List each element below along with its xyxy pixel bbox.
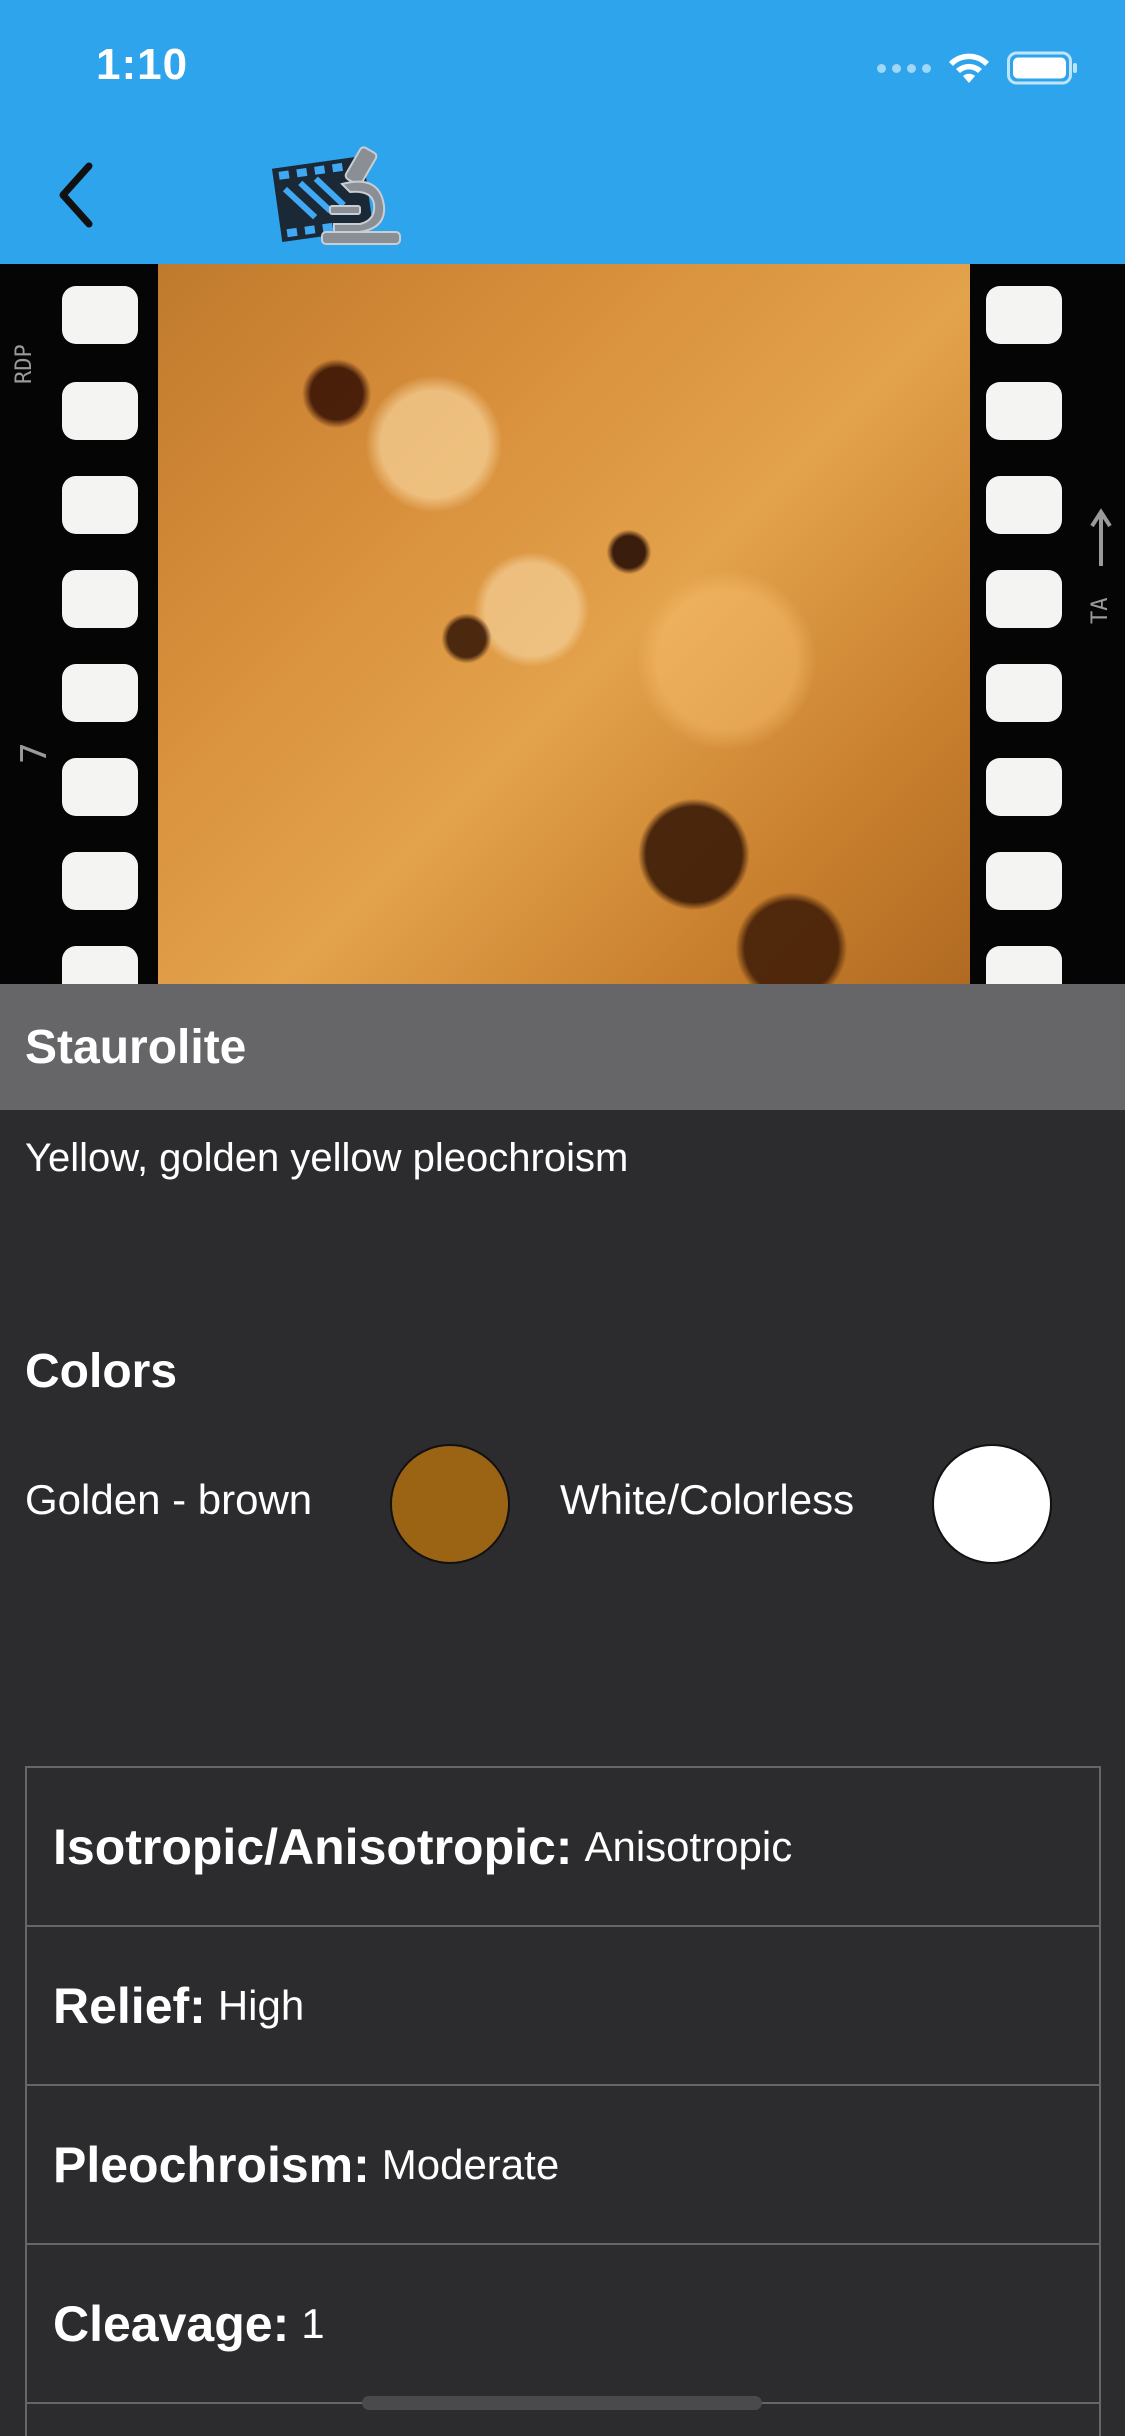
property-value: 1	[301, 2299, 325, 2347]
film-mark-7: 7	[14, 742, 55, 764]
color-label-white-colorless: White/Colorless	[560, 1476, 855, 1523]
property-key: Relief:	[53, 1977, 206, 2034]
film-strip-right: TA	[970, 264, 1125, 984]
property-value: High	[217, 1981, 305, 2029]
signal-icon	[877, 63, 931, 73]
color-swatch-white-colorless	[932, 1444, 1052, 1564]
film-mark-ta: TA	[1088, 597, 1113, 625]
status-time: 1:10	[96, 40, 189, 89]
film-strip-left: RDP 7	[0, 264, 158, 984]
property-value: Moderate	[381, 2140, 560, 2188]
mineral-title-bar: Staurolite	[0, 984, 1125, 1110]
chevron-left-icon	[59, 162, 93, 228]
film-mark-rdp: RDP	[12, 344, 37, 384]
property-key: Cleavage:	[53, 2295, 290, 2352]
mineral-description: Yellow, golden yellow pleochroism	[25, 1136, 629, 1180]
property-key: Pleochroism:	[53, 2136, 370, 2193]
property-value: Anisotropic	[584, 1822, 793, 1870]
property-row-relief: Relief: High	[27, 1927, 1099, 2086]
arrow-up-icon	[1090, 508, 1112, 566]
property-row-isotropic: Isotropic/Anisotropic: Anisotropic	[27, 1768, 1099, 1927]
color-swatch-golden-brown	[390, 1444, 510, 1564]
battery-icon	[1007, 51, 1077, 85]
color-label-golden-brown: Golden - brown	[25, 1476, 313, 1523]
colors-heading: Colors	[25, 1345, 178, 1398]
thin-section-image	[158, 264, 970, 984]
home-indicator[interactable]	[362, 2396, 762, 2410]
mineral-name: Staurolite	[25, 1020, 247, 1074]
property-row-cleavage: Cleavage: 1	[27, 2245, 1099, 2404]
header-bar: 1:10	[0, 0, 1125, 264]
film-microscope-logo	[272, 146, 401, 245]
property-key: Isotropic/Anisotropic:	[53, 1818, 573, 1875]
mineral-photo: RDP 7 TA	[0, 264, 1125, 984]
back-button[interactable]	[40, 150, 110, 240]
status-indicators	[877, 48, 1079, 88]
wifi-icon	[949, 53, 989, 83]
properties-table: Isotropic/Anisotropic: Anisotropic Relie…	[25, 1766, 1101, 2436]
property-row-pleochroism: Pleochroism: Moderate	[27, 2086, 1099, 2245]
